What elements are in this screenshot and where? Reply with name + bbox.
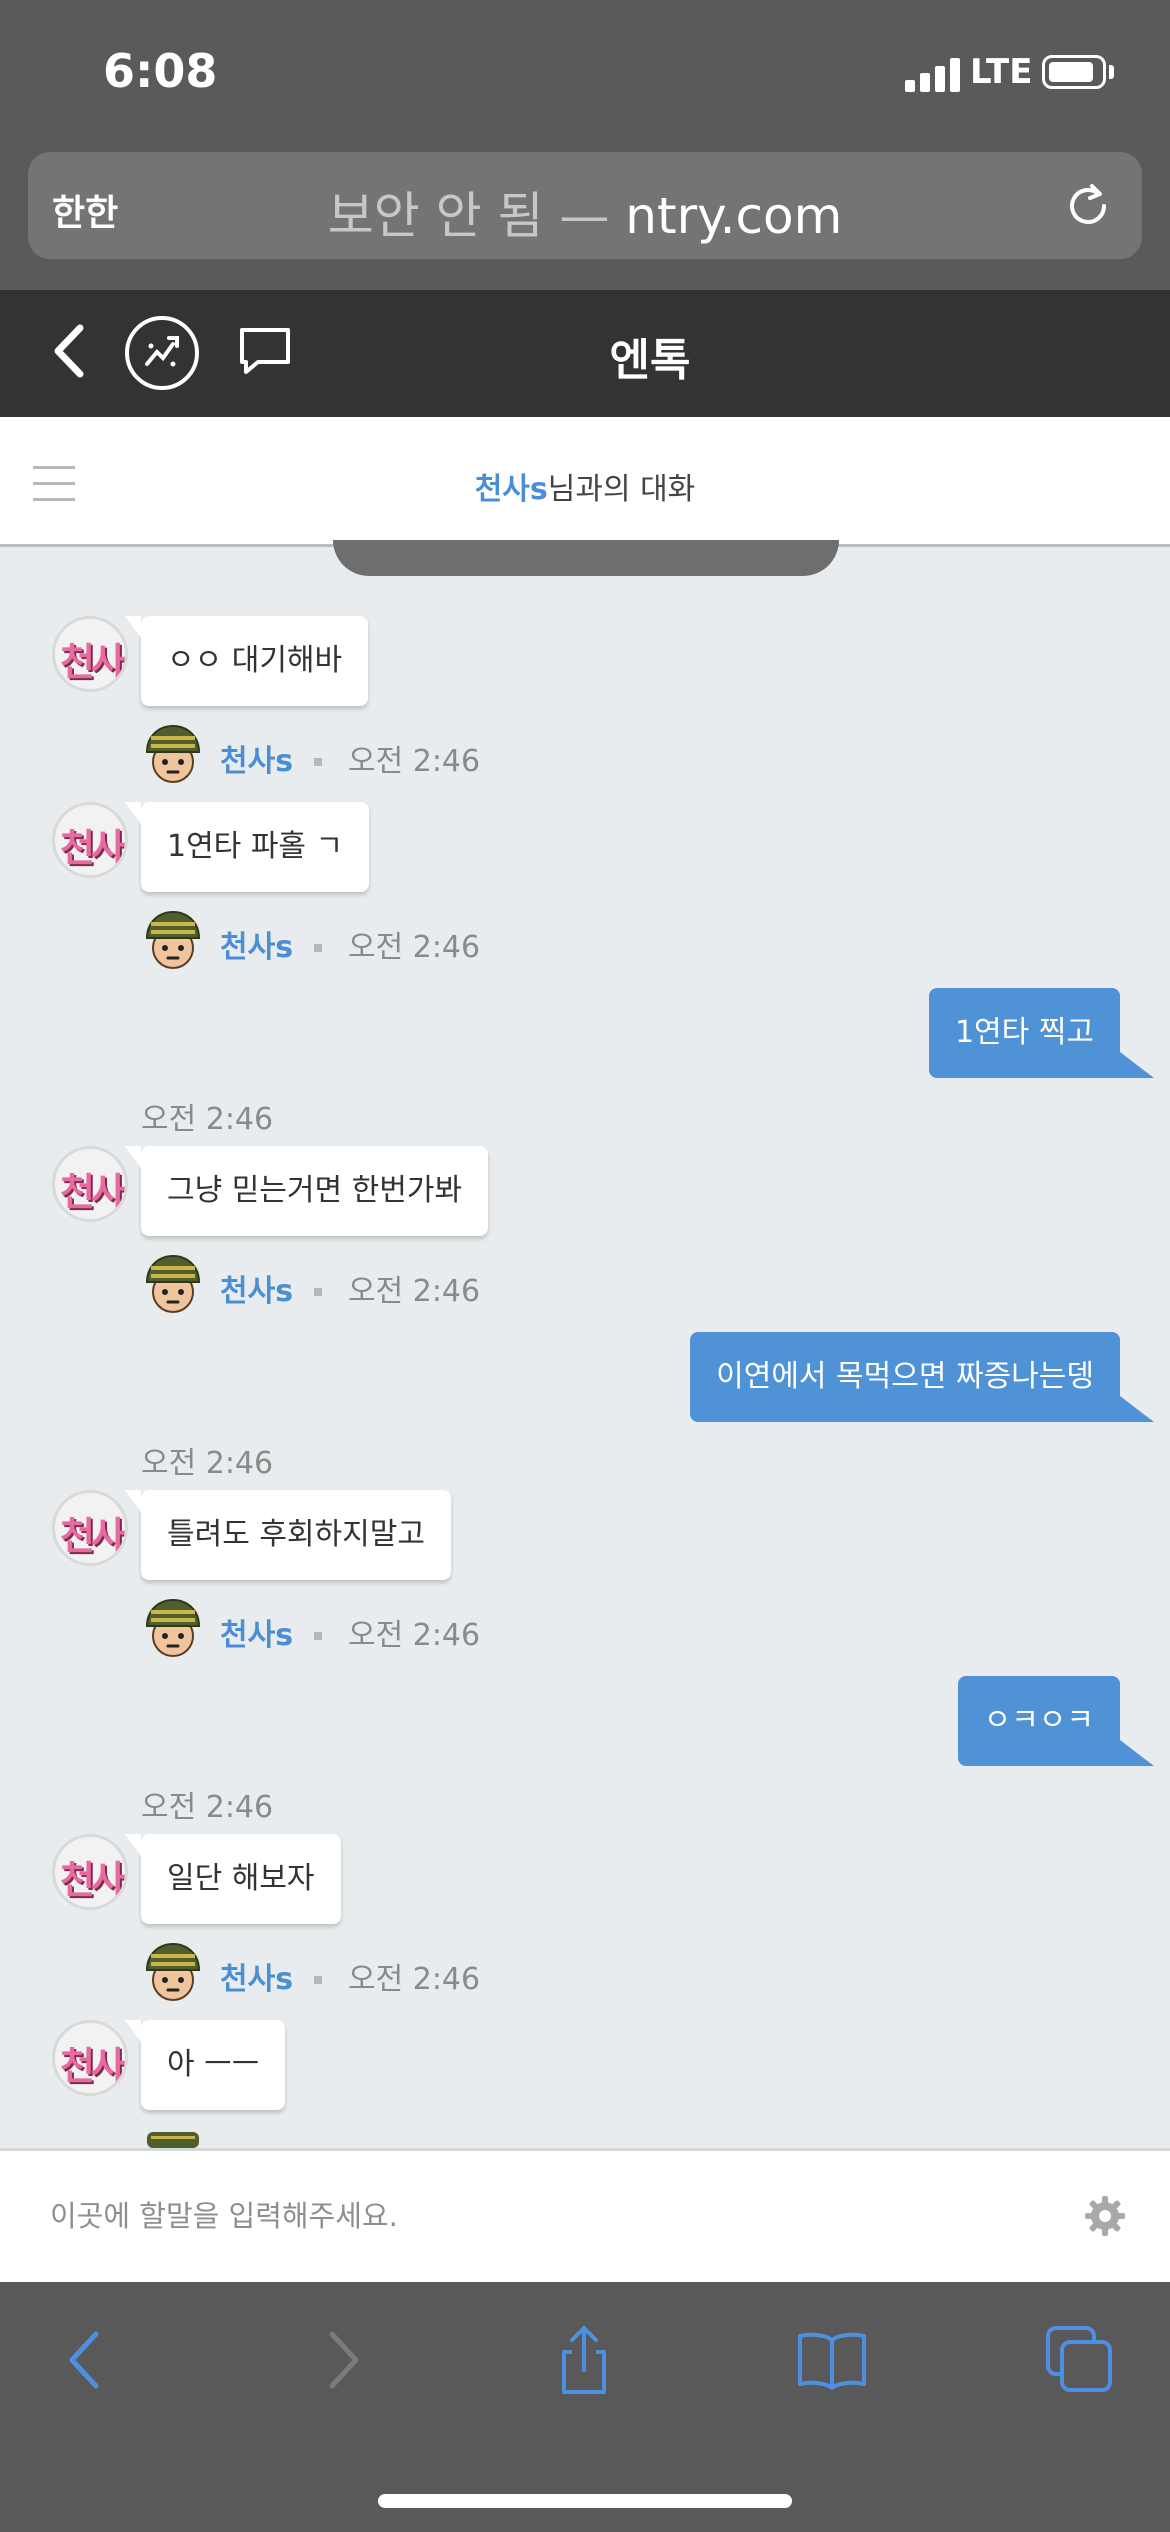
url-text[interactable]: 보안 안 됨 — ntry.com bbox=[0, 176, 1170, 248]
signal-icon bbox=[905, 58, 961, 92]
sender-name[interactable]: 천사s bbox=[220, 1954, 293, 1998]
message-time: 오전 2:46 bbox=[348, 1618, 481, 1653]
sender-name[interactable]: 천사s bbox=[220, 1610, 293, 1654]
user-avatar-icon bbox=[141, 1940, 205, 2004]
message-bubble-out: 1연타 찍고 bbox=[928, 988, 1155, 1078]
message-bubble-in: 1연타 파홀 ㄱ bbox=[124, 802, 370, 892]
app-title: 엔톡 bbox=[609, 335, 691, 386]
bookmarks-icon[interactable] bbox=[794, 2322, 870, 2398]
message-bubble-out: 이연에서 목먹으면 짜증나는뎅 bbox=[690, 1332, 1154, 1422]
user-avatar-icon bbox=[147, 2132, 199, 2148]
title-suffix: 님과의 대화 bbox=[547, 472, 696, 507]
avatar-text: 천사 bbox=[60, 1514, 125, 1558]
message-bubble-in: 일단 해보자 bbox=[125, 1834, 341, 1924]
status-time: 6:08 bbox=[103, 44, 218, 98]
partner-avatar[interactable]: 천사 bbox=[52, 2020, 128, 2096]
partner-avatar[interactable]: 천사 bbox=[52, 1834, 128, 1910]
partner-avatar[interactable]: 천사 bbox=[52, 802, 128, 878]
sender-name[interactable]: 천사s bbox=[220, 922, 293, 966]
sender-name[interactable]: 천사s bbox=[220, 736, 293, 780]
user-avatar-icon bbox=[141, 908, 205, 972]
battery-nub bbox=[1109, 65, 1114, 79]
user-avatar-icon bbox=[141, 1252, 205, 1316]
message-bubble-in: 틀려도 후회하지말고 bbox=[125, 1490, 451, 1580]
avatar-text: 천사 bbox=[60, 640, 125, 684]
avatar-text: 천사 bbox=[60, 2044, 125, 2088]
message-input[interactable] bbox=[50, 2196, 1050, 2236]
forward-icon[interactable] bbox=[302, 2322, 378, 2398]
partner-name: 천사s bbox=[474, 472, 548, 507]
user-avatar-icon bbox=[141, 722, 205, 786]
share-icon[interactable] bbox=[546, 2322, 622, 2398]
partner-avatar[interactable]: 천사 bbox=[52, 1146, 128, 1222]
user-avatar-icon bbox=[141, 1596, 205, 1660]
message-time: 오전 2:46 bbox=[141, 1102, 274, 1137]
security-warning: 보안 안 됨 — bbox=[327, 187, 610, 245]
message-bubble-in: 아 ㅡㅡ bbox=[124, 2020, 286, 2110]
message-time: 오전 2:46 bbox=[348, 744, 481, 779]
battery-icon bbox=[1042, 55, 1106, 89]
message-bubble-in: ㅇㅇ 대기해바 bbox=[124, 616, 369, 706]
conversation-title: 천사s님과의 대화 bbox=[0, 464, 1170, 508]
network-type: LTE bbox=[970, 52, 1033, 92]
message-time: 오전 2:46 bbox=[348, 930, 481, 965]
message-bubble-out: ㅇㅋㅇㅋ bbox=[957, 1676, 1155, 1766]
partner-avatar[interactable]: 천사 bbox=[52, 616, 128, 692]
date-pill bbox=[333, 540, 839, 576]
home-indicator bbox=[378, 2494, 792, 2508]
avatar-text: 천사 bbox=[60, 1170, 125, 1214]
message-time: 오전 2:46 bbox=[348, 1962, 481, 1997]
reload-icon[interactable] bbox=[1062, 180, 1114, 232]
message-bubble-in: 그냥 믿는거면 한번가봐 bbox=[124, 1146, 489, 1236]
gear-icon[interactable] bbox=[1083, 2194, 1127, 2238]
message-time: 오전 2:46 bbox=[141, 1446, 274, 1481]
back-icon[interactable] bbox=[50, 2322, 126, 2398]
avatar-text: 천사 bbox=[60, 826, 125, 870]
message-time: 오전 2:46 bbox=[348, 1274, 481, 1309]
url-domain: ntry.com bbox=[625, 187, 843, 245]
sender-name[interactable]: 천사s bbox=[220, 1266, 293, 1310]
partner-avatar[interactable]: 천사 bbox=[52, 1490, 128, 1566]
tabs-icon[interactable] bbox=[1042, 2322, 1118, 2398]
avatar-text: 천사 bbox=[60, 1858, 125, 1902]
message-time: 오전 2:46 bbox=[141, 1790, 274, 1825]
